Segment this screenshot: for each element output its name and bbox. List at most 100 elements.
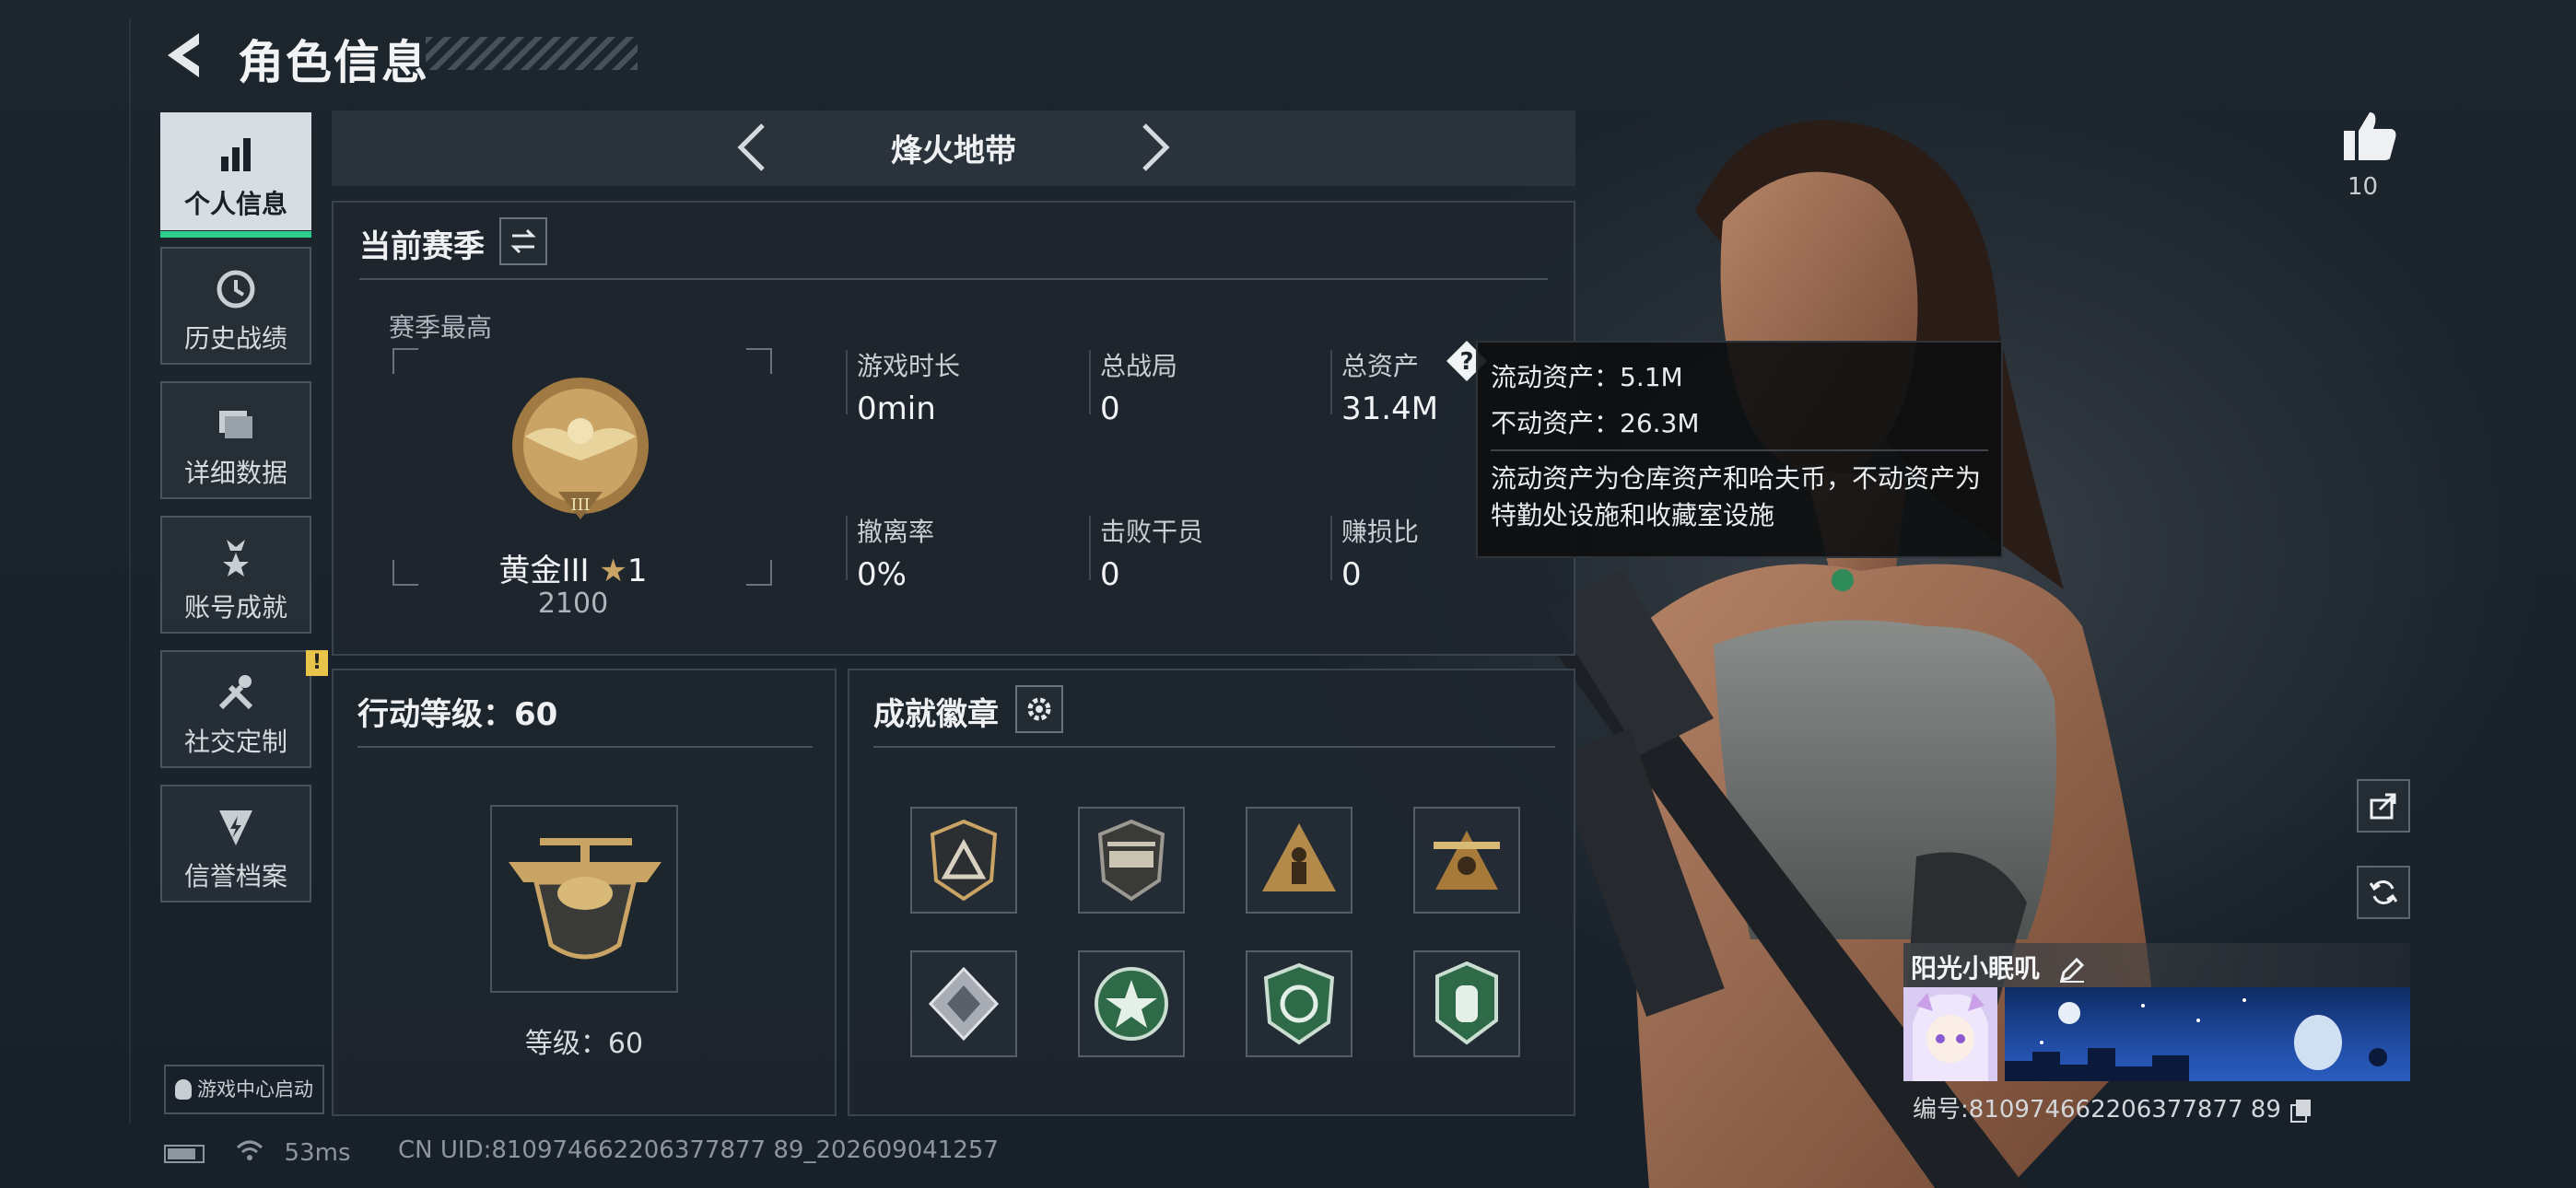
- frame-corner: [392, 560, 418, 586]
- divider: [1491, 449, 1988, 451]
- soldiers-triangle-icon: [1262, 823, 1336, 891]
- achievement-badge[interactable]: [1078, 950, 1185, 1057]
- season-best-label: 赛季最高: [389, 312, 493, 343]
- achievement-badge[interactable]: [1413, 950, 1520, 1057]
- mode-name: 烽火地带: [891, 133, 1016, 169]
- season-switch-button[interactable]: [499, 217, 547, 265]
- helicopter-emblem: [509, 838, 662, 960]
- nav-label: 社交定制: [183, 727, 287, 757]
- nav-detailed-data[interactable]: 详细数据: [160, 381, 311, 499]
- liquid-assets-text: 流动资产：5.1M: [1491, 362, 1683, 392]
- triangle-shield-icon: [930, 819, 998, 902]
- chevron-right-icon[interactable]: [1124, 120, 1179, 175]
- action-level-panel: 行动等级：60 等级：60: [332, 669, 837, 1116]
- nav-label: 信誉档案: [183, 861, 287, 891]
- refresh-button[interactable]: [2357, 866, 2410, 919]
- nav-achievements[interactable]: 账号成就: [160, 516, 311, 634]
- stat-value: 0min: [857, 390, 936, 427]
- thumbs-up-icon[interactable]: [2340, 107, 2399, 166]
- stat-separator: [1089, 350, 1091, 414]
- achievement-badge[interactable]: [1078, 807, 1185, 914]
- gold-rank-emblem: III: [512, 378, 649, 519]
- medal-icon: [223, 540, 249, 577]
- frame-corner: [746, 560, 772, 586]
- achievement-badge[interactable]: [910, 950, 1017, 1057]
- copy-icon[interactable]: [2289, 1098, 2314, 1124]
- shield-bolt-icon: [219, 810, 252, 845]
- nav-credit-record[interactable]: 信誉档案: [160, 785, 311, 903]
- share-button[interactable]: [2357, 779, 2410, 833]
- divider: [359, 278, 1548, 280]
- rank-points: 2100: [537, 588, 609, 620]
- nav-history[interactable]: 历史战绩: [160, 247, 311, 365]
- history-clock-icon: [217, 270, 255, 309]
- helicopter-shield-icon: [1097, 819, 1165, 902]
- swap-icon: [510, 228, 536, 254]
- game-center-launch-button[interactable]: 游戏中心启动: [164, 1065, 324, 1114]
- mode-selector: 烽火地带: [332, 111, 1575, 186]
- rank-stars: 1: [626, 553, 648, 589]
- green-emblem-icon: [1435, 961, 1498, 1045]
- ping-text: 53ms: [284, 1139, 351, 1167]
- stat-label: 游戏时长: [857, 351, 961, 381]
- wifi-icon: [236, 1138, 263, 1169]
- stat-value: 0: [1100, 390, 1120, 427]
- achievement-badge[interactable]: [1413, 807, 1520, 914]
- level-text: 等级：60: [524, 1028, 644, 1060]
- achievement-badge[interactable]: [910, 807, 1017, 914]
- green-shield-arrows-icon: [1263, 962, 1335, 1045]
- green-star-icon: [1095, 967, 1168, 1041]
- edit-pencil-icon[interactable]: [2058, 956, 2086, 984]
- nav-personal-info[interactable]: 个人信息: [160, 112, 311, 238]
- stat-label: 撤离率: [857, 517, 935, 547]
- profile-banner: [2005, 987, 2410, 1081]
- stat-label: 总战局: [1100, 351, 1178, 381]
- back-arrow-icon[interactable]: [158, 28, 214, 83]
- share-icon: [2370, 793, 2396, 820]
- frame-corner: [392, 348, 418, 374]
- silver-diamond-icon: [928, 966, 1000, 1042]
- nav-label: 详细数据: [183, 458, 287, 488]
- svg-text:?: ?: [1459, 348, 1473, 376]
- badge-settings-button[interactable]: [1015, 685, 1063, 733]
- current-season-panel: 当前赛季 赛季最高 III 黄金III ★1 2100 游戏时长 0min 总战…: [332, 201, 1575, 656]
- nav-social-custom[interactable]: 社交定制 !: [160, 650, 328, 768]
- star-icon: ★: [599, 553, 627, 589]
- battery-icon: [164, 1144, 205, 1163]
- player-name: 阳光小眠叽: [1911, 949, 2086, 985]
- page-title: 角色信息: [238, 36, 429, 89]
- badges-title: 成就徽章: [873, 696, 999, 733]
- anime-avatar-icon: [1903, 987, 1997, 1081]
- bar-chart-icon: [221, 138, 251, 171]
- level-emblem-frame: [490, 805, 678, 993]
- frame-corner: [746, 348, 772, 374]
- player-id-text: 编号:810974662206377877 89: [1913, 1096, 2281, 1124]
- gear-icon: [1027, 697, 1051, 721]
- stat-label: 击败干员: [1100, 517, 1204, 547]
- notification-badge: !: [306, 650, 328, 676]
- action-level-title: 行动等级：60: [357, 696, 558, 733]
- assets-tooltip: 流动资产：5.1M 不动资产：26.3M 流动资产为仓库资产和哈夫币，不动资产为…: [1476, 341, 2003, 558]
- night-sky-banner: [2005, 998, 2387, 1081]
- stat-separator: [846, 350, 848, 414]
- achievement-badges-panel: 成就徽章: [848, 669, 1575, 1116]
- fixed-assets-text: 不动资产：26.3M: [1491, 408, 1700, 438]
- like-count: 10: [2348, 173, 2379, 201]
- refresh-icon: [2369, 880, 2398, 904]
- stat-separator: [1089, 516, 1091, 580]
- divider: [873, 746, 1555, 748]
- nav-label: 历史战绩: [183, 323, 287, 354]
- stat-value: 0: [1341, 556, 1362, 593]
- stat-label: 总资产: [1341, 351, 1420, 381]
- avatar[interactable]: [1903, 987, 1997, 1081]
- nav-label: 账号成就: [183, 592, 287, 623]
- achievement-badge[interactable]: [1246, 807, 1352, 914]
- rank-name: 黄金III: [498, 553, 590, 589]
- svg-text:III: III: [570, 495, 590, 515]
- player-id: 编号:810974662206377877 89: [1913, 1090, 2314, 1124]
- winged-triangle-icon: [1434, 831, 1500, 890]
- grid-decoration: [18, 18, 131, 1124]
- achievement-badge[interactable]: [1246, 950, 1352, 1057]
- player-name-text: 阳光小眠叽: [1911, 953, 2041, 984]
- nav-label: 个人信息: [183, 189, 287, 219]
